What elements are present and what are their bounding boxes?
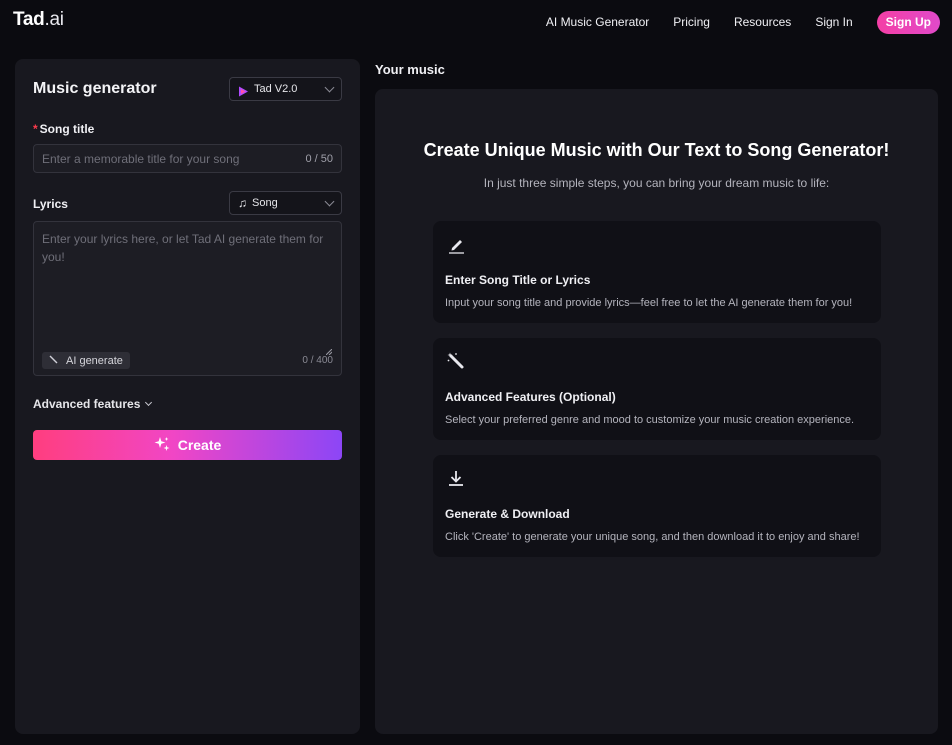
chevron-down-icon [145, 398, 153, 407]
song-title-field: 0 / 50 [33, 144, 342, 173]
lyrics-textarea[interactable] [42, 230, 332, 348]
advanced-features-label: Advanced features [33, 397, 141, 411]
nav-links: AI Music Generator Pricing Resources Sig… [546, 0, 952, 44]
model-select-label: Tad V2.0 [254, 83, 298, 95]
sparkle-icon [154, 436, 170, 455]
song-title-label-text: Song title [39, 122, 95, 136]
lyrics-counter: 0 / 400 [302, 355, 333, 366]
chevron-down-icon [324, 196, 335, 206]
resize-handle-icon[interactable] [325, 342, 333, 356]
create-label: Create [177, 437, 222, 453]
step-card-1: Enter Song Title or Lyrics Input your so… [433, 221, 881, 323]
nav-resources[interactable]: Resources [734, 15, 791, 29]
sign-up-button[interactable]: Sign Up [876, 10, 940, 34]
step-card-3: Generate & Download Click 'Create' to ge… [433, 455, 881, 557]
download-icon [447, 469, 467, 489]
lyrics-field: AI generate 0 / 400 [33, 221, 342, 376]
logo-main: Tad [13, 9, 45, 30]
top-navbar: Tad.ai AI Music Generator Pricing Resour… [0, 0, 952, 44]
song-title-counter: 0 / 50 [305, 152, 333, 165]
music-note-icon: ♫ [238, 196, 247, 210]
your-music-heading: Your music [375, 62, 445, 77]
your-music-panel: Create Unique Music with Our Text to Son… [375, 89, 938, 734]
lyrics-mode-label: Song [252, 197, 278, 209]
song-title-label: * Song title [33, 122, 94, 136]
song-title-input[interactable] [42, 151, 306, 166]
hero-title: Create Unique Music with Our Text to Son… [423, 140, 890, 160]
required-asterisk: * [33, 122, 38, 136]
step-title: Enter Song Title or Lyrics [445, 273, 591, 287]
tad-logo[interactable]: Tad.ai [13, 9, 64, 31]
lyrics-mode-select[interactable]: ♫ Song [229, 191, 342, 215]
create-button[interactable]: Create [33, 430, 342, 460]
hero-subtitle: In just three simple steps, you can brin… [483, 176, 830, 190]
nav-sign-in[interactable]: Sign In [815, 15, 852, 29]
tad-model-icon [238, 84, 249, 96]
step-title: Generate & Download [445, 507, 570, 521]
ai-generate-button[interactable]: AI generate [42, 352, 130, 369]
step-description: Click 'Create' to generate your unique s… [445, 531, 860, 543]
magic-wand-icon [447, 352, 467, 372]
step-description: Input your song title and provide lyrics… [445, 297, 853, 309]
step-card-2: Advanced Features (Optional) Select your… [433, 338, 881, 440]
step-description: Select your preferred genre and mood to … [445, 414, 855, 426]
model-select[interactable]: Tad V2.0 [229, 77, 342, 101]
music-generator-panel: Music generator Tad V2.0 *Song title 0 /… [15, 59, 360, 734]
pencil-icon [447, 235, 467, 255]
nav-ai-music-generator[interactable]: AI Music Generator [546, 15, 649, 29]
step-title: Advanced Features (Optional) [445, 390, 616, 404]
lyrics-label: Lyrics [33, 197, 68, 211]
magic-wand-icon [49, 355, 58, 367]
advanced-features-toggle[interactable]: Advanced features [33, 397, 153, 411]
logo-suffix: .ai [44, 9, 64, 30]
panel-title: Music generator [33, 80, 157, 97]
chevron-down-icon [324, 82, 335, 92]
nav-pricing[interactable]: Pricing [673, 15, 710, 29]
ai-generate-label: AI generate [66, 354, 123, 367]
